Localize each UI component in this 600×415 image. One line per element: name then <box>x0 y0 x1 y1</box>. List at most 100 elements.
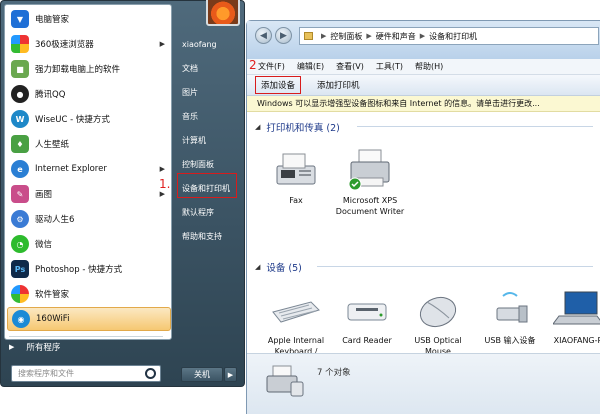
program-label: 腾讯QQ <box>35 90 66 100</box>
group-header-devices[interactable]: ◢ 设备 (5) <box>255 260 302 274</box>
printer-icon <box>345 148 395 192</box>
program-item[interactable]: ■ 强力卸载电脑上的软件 <box>7 57 171 81</box>
program-label: 驱动人生6 <box>35 215 75 225</box>
search-icon[interactable] <box>145 368 156 379</box>
program-label: 电脑管家 <box>35 15 70 25</box>
program-label: Photoshop - 快捷方式 <box>35 265 123 275</box>
program-item-highlighted[interactable]: ◉ 160WiFi <box>7 307 171 331</box>
devices-printers-icon <box>265 364 305 400</box>
wifi-icon: ◉ <box>12 310 30 328</box>
ie-icon: e <box>11 160 29 178</box>
control-panel-link[interactable]: 控制面板 <box>179 159 239 170</box>
all-programs-label: 所有程序 <box>26 343 61 353</box>
program-item[interactable]: ● 腾讯QQ <box>7 82 171 106</box>
program-item[interactable]: Ps Photoshop - 快捷方式 <box>7 257 171 281</box>
object-count: 7 个对象 <box>317 368 351 378</box>
search-placeholder: 搜索程序和文件 <box>18 369 74 378</box>
triangle-right-icon: ▶ <box>9 343 15 351</box>
divider <box>9 336 163 337</box>
wallpaper-icon: ♦ <box>11 135 29 153</box>
menu-view[interactable]: 查看(V) <box>336 61 364 72</box>
search-input[interactable]: 搜索程序和文件 <box>11 365 161 382</box>
info-bar[interactable]: Windows 可以显示增强型设备图标和来自 Internet 的信息。请单击进… <box>247 96 600 112</box>
program-item[interactable]: ⚙ 驱动人生6 <box>7 207 171 231</box>
program-item[interactable]: W WiseUC - 快捷方式 <box>7 107 171 131</box>
menu-edit[interactable]: 编辑(E) <box>297 61 324 72</box>
start-menu: ▼ 电脑管家 360极速浏览器 ▶ ■ 强力卸载电脑上的软件 ● 腾讯QQ W WiseU… <box>0 0 245 387</box>
uninstaller-icon: ■ <box>11 60 29 78</box>
program-label: 强力卸载电脑上的软件 <box>35 65 121 75</box>
user-name-link[interactable]: xiaofang <box>179 40 239 49</box>
pictures-link[interactable]: 图片 <box>179 87 239 98</box>
qq-penguin-icon: ● <box>11 85 29 103</box>
program-label: 微信 <box>35 240 53 250</box>
menu-file[interactable]: 文件(F) <box>258 61 285 72</box>
mouse-icon <box>413 288 463 332</box>
program-item[interactable]: 360极速浏览器 ▶ <box>7 32 171 56</box>
add-device-button[interactable]: 添加设备 <box>255 76 302 94</box>
usb-device-icon <box>485 288 535 332</box>
documents-link[interactable]: 文档 <box>179 63 239 74</box>
breadcrumb-arrow-icon: ▶ <box>366 32 372 40</box>
default-programs-link[interactable]: 默认程序 <box>179 207 239 218</box>
wiseuc-icon: W <box>11 110 29 128</box>
menu-tools[interactable]: 工具(T) <box>376 61 403 72</box>
menu-help[interactable]: 帮助(H) <box>415 61 443 72</box>
shutdown-options-arrow[interactable]: ▶ <box>224 367 237 382</box>
step-marker-2: 2 <box>249 58 257 72</box>
help-and-support-link[interactable]: 帮助和支持 <box>179 231 239 242</box>
device-item[interactable]: Card Reader <box>332 288 402 346</box>
breadcrumb-arrow-icon: ▶ <box>321 32 327 40</box>
device-item[interactable]: Fax <box>261 148 331 206</box>
group-header-printers[interactable]: ◢ 打印机和传真 (2) <box>255 120 340 134</box>
group-divider <box>357 126 593 127</box>
address-bar[interactable]: ▶ 控制面板 ▶ 硬件和声音 ▶ 设备和打印机 <box>299 27 599 45</box>
program-label: 360极速浏览器 <box>35 40 94 50</box>
program-label: 软件管家 <box>35 290 70 300</box>
program-item[interactable]: ♦ 人生壁纸 <box>7 132 171 156</box>
breadcrumb-hardware-sound[interactable]: 硬件和声音 <box>376 31 416 42</box>
laptop-icon <box>552 288 600 332</box>
forward-button[interactable]: ▶ <box>275 27 292 44</box>
submenu-arrow-icon: ▶ <box>159 165 165 173</box>
submenu-arrow-icon: ▶ <box>159 190 165 198</box>
devices-and-printers-window: ◀ ▶ ▶ 控制面板 ▶ 硬件和声音 ▶ 设备和打印机 文件(F) 编辑(E) … <box>246 20 600 414</box>
keyboard-icon <box>271 288 321 332</box>
annotation-highlight-box <box>177 173 237 198</box>
computer-link[interactable]: 计算机 <box>179 135 239 146</box>
folder-icon <box>304 32 313 40</box>
program-item[interactable]: ✎ 画图 ▶ <box>7 182 171 206</box>
menu-bar: 文件(F) 编辑(E) 查看(V) 工具(T) 帮助(H) <box>247 59 600 75</box>
add-printer-button[interactable]: 添加打印机 <box>317 79 360 91</box>
device-item[interactable]: Microsoft XPS Document Writer <box>335 148 405 217</box>
breadcrumb-arrow-icon: ▶ <box>419 32 426 40</box>
submenu-arrow-icon: ▶ <box>159 40 165 48</box>
software-manager-icon <box>11 285 29 303</box>
status-bar: 7 个对象 <box>247 353 600 414</box>
program-item[interactable]: ▼ 电脑管家 <box>7 7 171 31</box>
wechat-icon: ◔ <box>11 235 29 253</box>
program-item[interactable]: e Internet Explorer ▶ <box>7 157 171 181</box>
program-label: Internet Explorer <box>35 164 107 174</box>
group-divider <box>317 266 593 267</box>
shield-icon: ▼ <box>11 10 29 28</box>
breadcrumb-devices-printers[interactable]: 设备和打印机 <box>429 31 477 42</box>
navigation-bar: ◀ ▶ ▶ 控制面板 ▶ 硬件和声音 ▶ 设备和打印机 <box>247 21 600 59</box>
program-item[interactable]: ◔ 微信 <box>7 232 171 256</box>
device-name: Microsoft XPS Document Writer <box>335 196 405 216</box>
program-label: 160WiFi <box>36 314 70 324</box>
shutdown-button[interactable]: 关机 <box>181 367 223 382</box>
device-item[interactable]: XIAOFANG-P <box>543 288 600 346</box>
card-reader-icon <box>342 288 392 332</box>
program-item[interactable]: 软件管家 <box>7 282 171 306</box>
device-name: Fax <box>289 196 303 205</box>
music-link[interactable]: 音乐 <box>179 111 239 122</box>
user-avatar[interactable] <box>206 0 240 26</box>
device-item[interactable]: USB 输入设备 <box>475 288 545 346</box>
back-button[interactable]: ◀ <box>255 27 272 44</box>
breadcrumb-control-panel[interactable]: 控制面板 <box>330 31 362 42</box>
program-label: WiseUC - 快捷方式 <box>35 115 110 125</box>
device-item[interactable]: USB Optical Mouse <box>403 288 473 357</box>
all-programs-button[interactable]: ▶ 所有程序 <box>9 341 60 353</box>
device-name: Card Reader <box>342 336 392 345</box>
